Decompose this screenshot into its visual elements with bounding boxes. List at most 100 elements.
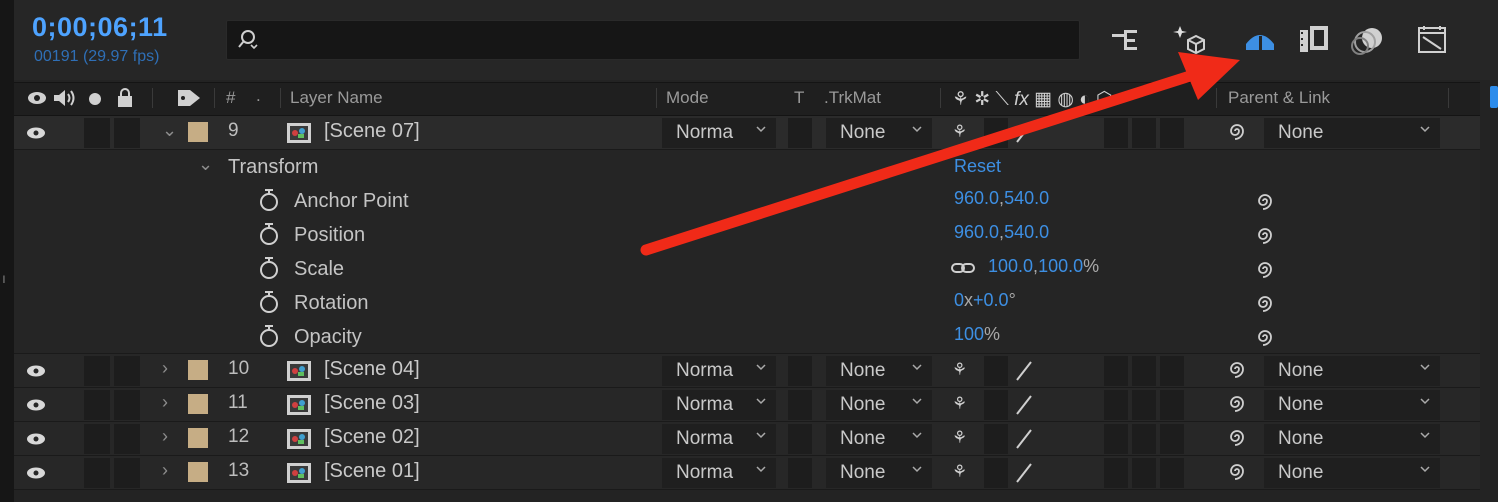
value-x[interactable]: 960.0 — [954, 188, 999, 208]
preserve-transparency-column-header[interactable]: T — [794, 88, 804, 108]
preserve-transparency-switch[interactable] — [788, 458, 812, 488]
current-time-display[interactable]: 0;00;06;11 — [32, 12, 168, 43]
shy-switch-icon[interactable]: ⚘ — [952, 394, 967, 414]
adjustment-switch[interactable] — [1132, 458, 1156, 488]
3d-layer-switch[interactable] — [1160, 424, 1184, 454]
track-matte-column-header[interactable]: .TrkMat — [824, 88, 881, 108]
parent-dropdown[interactable]: None — [1264, 390, 1440, 420]
frame-blending-icon[interactable] — [1296, 22, 1332, 58]
graph-editor-icon[interactable] — [1414, 22, 1450, 58]
search-input[interactable] — [266, 26, 1060, 54]
lock-icon[interactable] — [116, 88, 134, 108]
layer-name[interactable]: [Scene 01] — [324, 460, 420, 483]
search-icon[interactable] — [236, 28, 258, 50]
blend-mode-dropdown[interactable]: Norma — [662, 424, 776, 454]
value-revolutions[interactable]: 0 — [954, 290, 964, 310]
lock-switch[interactable] — [114, 424, 140, 454]
visibility-eye-icon[interactable] — [26, 466, 46, 480]
expression-pick-whip-icon[interactable] — [1254, 258, 1276, 280]
audio-icon[interactable] — [52, 88, 78, 108]
property-value[interactable]: 960.0,540.0 — [954, 188, 1049, 209]
motion-blur-icon[interactable] — [1350, 22, 1386, 58]
expression-pick-whip-icon[interactable] — [1254, 292, 1276, 314]
label-color-swatch[interactable] — [188, 360, 208, 380]
layer-name[interactable]: [Scene 02] — [324, 426, 420, 449]
preserve-transparency-switch[interactable] — [788, 424, 812, 454]
pick-whip-icon[interactable] — [1226, 392, 1248, 414]
motion-blur-switch[interactable] — [1104, 356, 1128, 386]
quality-switch-icon[interactable] — [1014, 122, 1034, 144]
preserve-transparency-switch[interactable] — [788, 390, 812, 420]
3d-layer-switch[interactable] — [1160, 356, 1184, 386]
composition-flowchart-icon[interactable] — [1108, 22, 1144, 58]
expression-pick-whip-icon[interactable] — [1254, 224, 1276, 246]
chevron-down-icon[interactable]: ⌄ — [198, 154, 213, 175]
property-value[interactable]: 100% — [954, 324, 1000, 345]
layer-name[interactable]: [Scene 03] — [324, 392, 420, 415]
parent-dropdown[interactable]: None — [1264, 424, 1440, 454]
solo-switch[interactable] — [84, 390, 110, 420]
track-matte-dropdown[interactable]: None — [826, 118, 932, 148]
chevron-down-icon[interactable]: ⌄ — [162, 120, 177, 141]
switches-column-icons[interactable]: ⚘ ✲ ⟍ fx ▦ ◍ ◐ ⬡ — [952, 88, 1113, 111]
visibility-eye-icon[interactable] — [26, 432, 46, 446]
label-color-swatch[interactable] — [188, 462, 208, 482]
chevron-right-icon[interactable]: › — [162, 358, 168, 379]
track-matte-dropdown[interactable]: None — [826, 458, 932, 488]
blend-mode-dropdown[interactable]: Norma — [662, 458, 776, 488]
value-x[interactable]: 100 — [954, 324, 984, 344]
solo-switch[interactable] — [84, 424, 110, 454]
motion-blur-switch[interactable] — [1104, 424, 1128, 454]
track-matte-dropdown[interactable]: None — [826, 390, 932, 420]
label-color-swatch[interactable] — [188, 394, 208, 414]
parent-dropdown[interactable]: None — [1264, 458, 1440, 488]
column-header-scroll-accent[interactable] — [1490, 86, 1498, 108]
solo-switch[interactable] — [84, 118, 110, 148]
stopwatch-icon[interactable] — [258, 222, 280, 246]
reset-link[interactable]: Reset — [954, 156, 1001, 177]
shy-switch-icon[interactable]: ⚘ — [952, 428, 967, 448]
parent-link-column-header[interactable]: Parent & Link — [1228, 88, 1330, 108]
chevron-right-icon[interactable]: › — [162, 460, 168, 481]
solo-switch[interactable] — [84, 458, 110, 488]
adjustment-switch[interactable] — [1132, 356, 1156, 386]
layer-name[interactable]: [Scene 07] — [324, 120, 420, 143]
layer-name[interactable]: [Scene 04] — [324, 358, 420, 381]
video-switch-icon[interactable] — [26, 90, 48, 106]
label-color-swatch[interactable] — [188, 122, 208, 142]
layer-number-column-header[interactable]: # — [226, 88, 235, 108]
constrain-proportions-link-icon[interactable] — [950, 260, 976, 276]
motion-blur-switch[interactable] — [1104, 118, 1128, 148]
solo-icon[interactable] — [88, 92, 102, 106]
chevron-right-icon[interactable]: › — [162, 392, 168, 413]
label-tag-icon[interactable] — [176, 88, 202, 108]
lock-switch[interactable] — [114, 356, 140, 386]
preserve-transparency-switch[interactable] — [788, 118, 812, 148]
property-value[interactable]: 0x+0.0° — [954, 290, 1016, 311]
layer-name-column-header[interactable]: Layer Name — [290, 88, 383, 108]
adjustment-switch[interactable] — [1132, 118, 1156, 148]
parent-dropdown[interactable]: None — [1264, 356, 1440, 386]
pick-whip-icon[interactable] — [1226, 358, 1248, 380]
mode-column-header[interactable]: Mode — [666, 88, 709, 108]
value-y[interactable]: 100.0 — [1038, 256, 1083, 276]
visibility-eye-icon[interactable] — [26, 364, 46, 378]
value-y[interactable]: 540.0 — [1004, 188, 1049, 208]
property-value[interactable]: 100.0,100.0% — [988, 256, 1099, 277]
expression-pick-whip-icon[interactable] — [1254, 190, 1276, 212]
quality-switch-icon[interactable] — [1014, 462, 1034, 484]
property-value[interactable]: 960.0,540.0 — [954, 222, 1049, 243]
shy-switch-icon[interactable]: ⚘ — [952, 462, 967, 482]
collapse-switch[interactable] — [984, 356, 1008, 386]
pick-whip-icon[interactable] — [1226, 426, 1248, 448]
collapse-switch[interactable] — [984, 424, 1008, 454]
stopwatch-icon[interactable] — [258, 188, 280, 212]
collapse-switch[interactable] — [984, 390, 1008, 420]
quality-switch-icon[interactable] — [1014, 394, 1034, 416]
motion-blur-switch[interactable] — [1104, 390, 1128, 420]
track-matte-dropdown[interactable]: None — [826, 424, 932, 454]
lock-switch[interactable] — [114, 458, 140, 488]
value-y[interactable]: 540.0 — [1004, 222, 1049, 242]
preserve-transparency-switch[interactable] — [788, 356, 812, 386]
blend-mode-dropdown[interactable]: Norma — [662, 356, 776, 386]
